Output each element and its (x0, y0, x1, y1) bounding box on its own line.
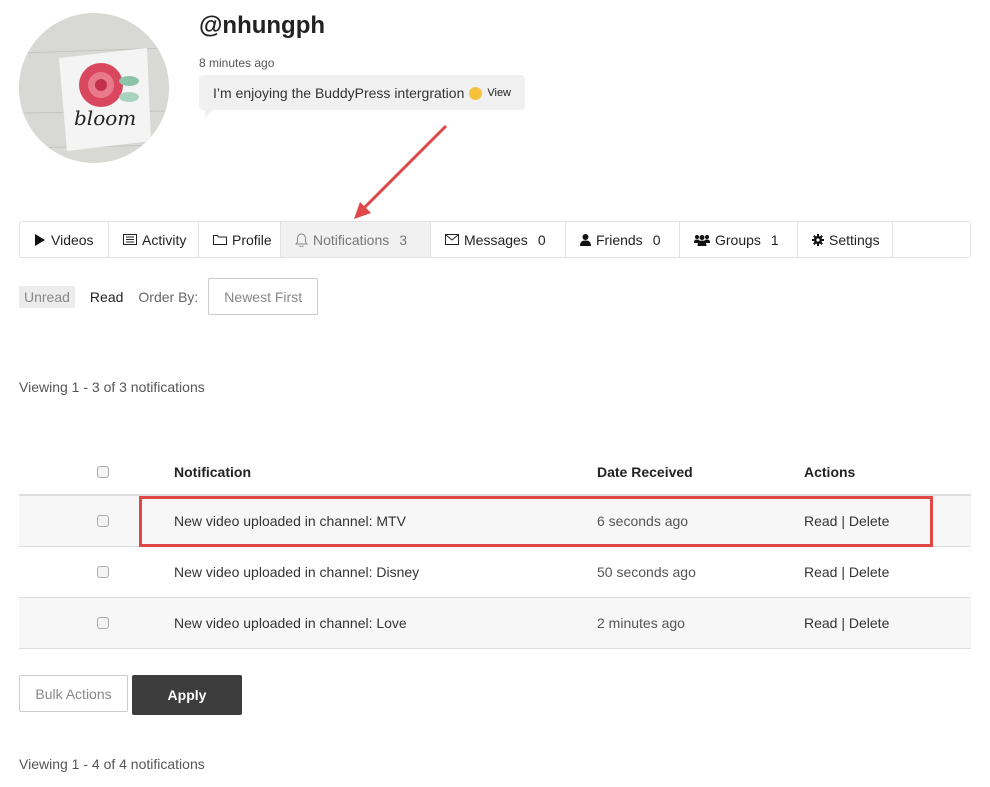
annotation-arrow (354, 124, 448, 219)
bulk-actions-select[interactable]: Bulk Actions (19, 675, 128, 712)
apply-button[interactable]: Apply (132, 675, 242, 715)
pagination-count-bottom: Viewing 1 - 4 of 4 notifications (19, 756, 205, 772)
